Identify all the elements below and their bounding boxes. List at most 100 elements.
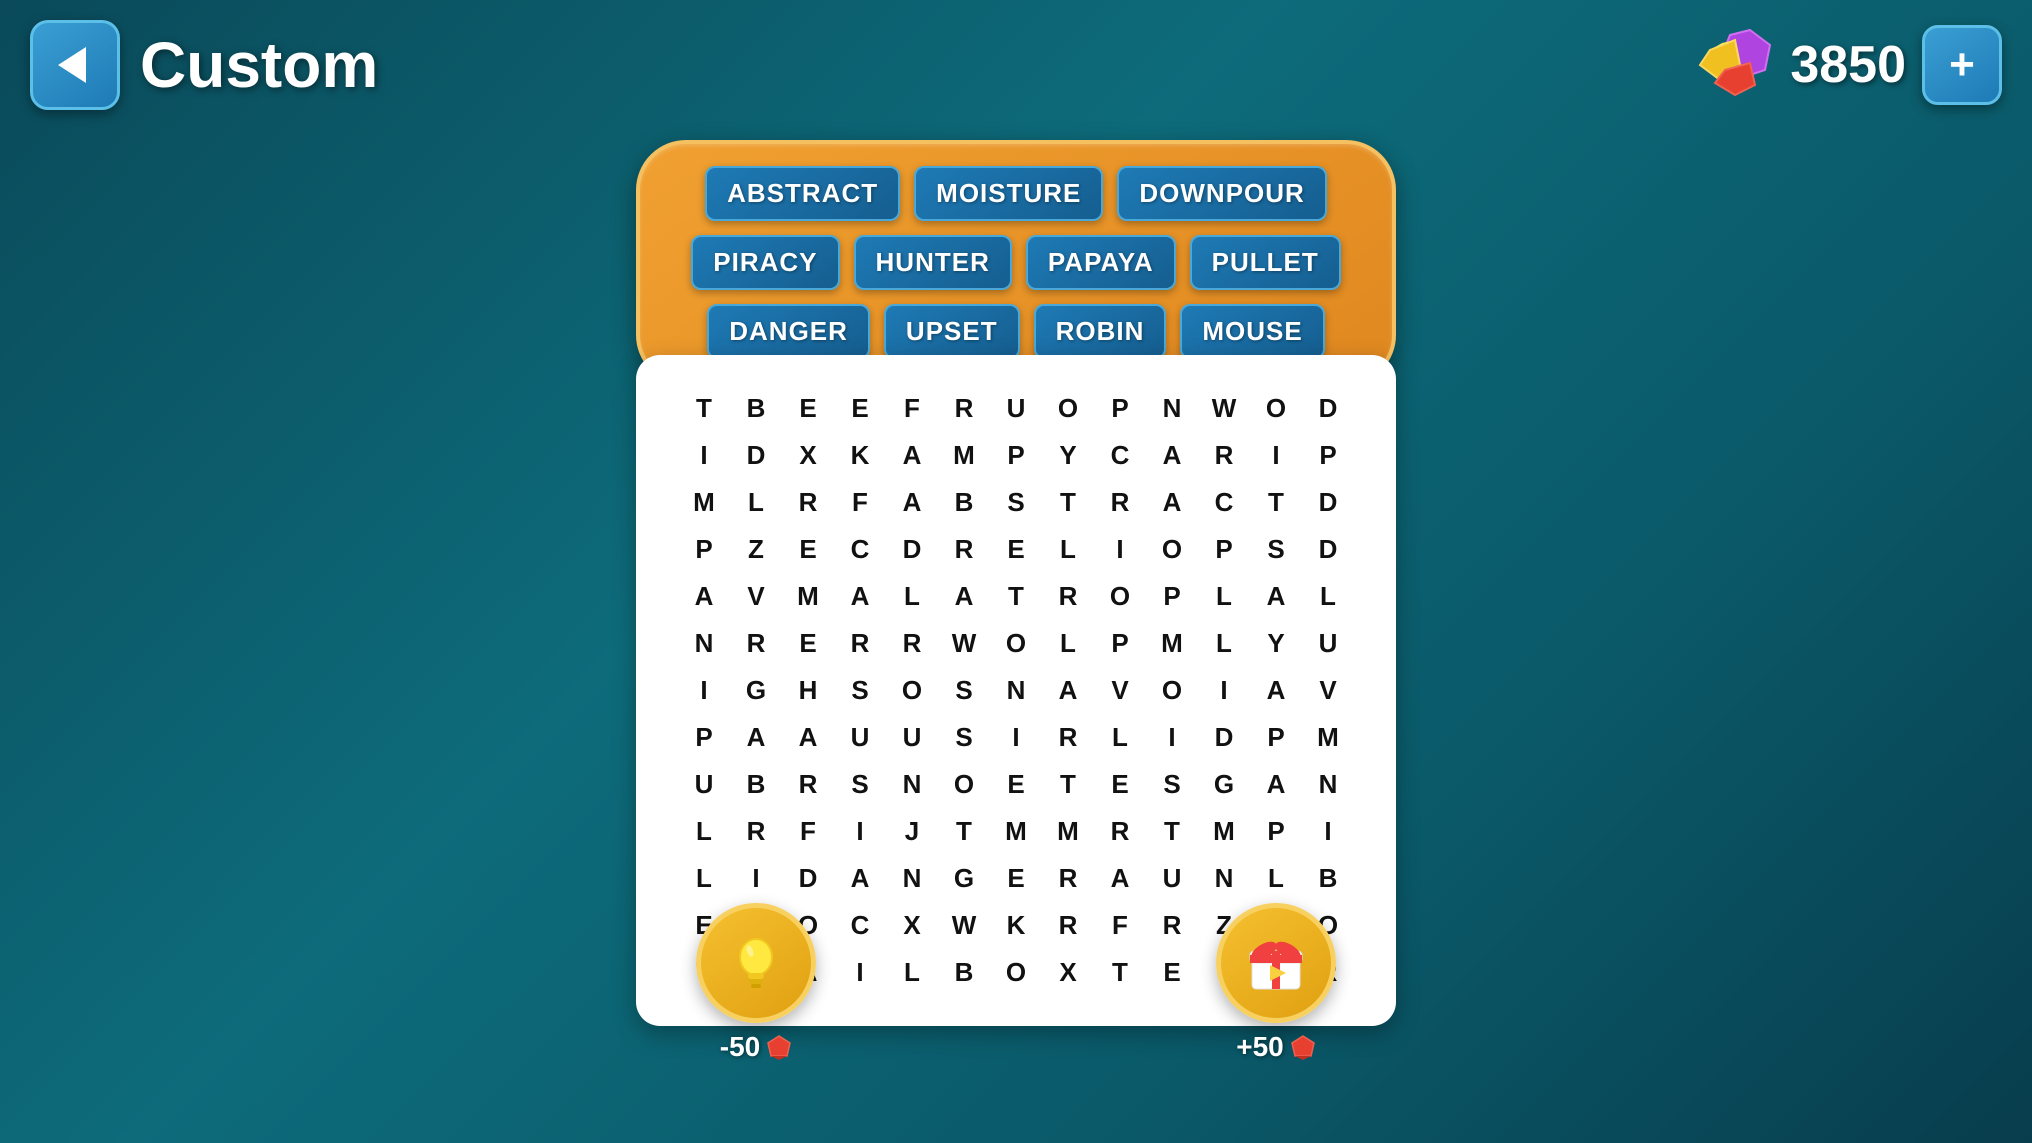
grid-cell-6-5[interactable]: S (938, 667, 990, 714)
grid-cell-7-0[interactable]: P (678, 714, 730, 761)
grid-cell-4-11[interactable]: A (1250, 573, 1302, 620)
grid-cell-9-7[interactable]: M (1042, 808, 1094, 855)
word-chip-robin[interactable]: ROBIN (1034, 304, 1167, 359)
hint-button[interactable]: -50 (696, 903, 816, 1063)
grid-cell-2-9[interactable]: A (1146, 479, 1198, 526)
reward-button[interactable]: +50 (1216, 903, 1336, 1063)
grid-cell-6-3[interactable]: S (834, 667, 886, 714)
grid-cell-9-11[interactable]: P (1250, 808, 1302, 855)
grid-cell-6-1[interactable]: G (730, 667, 782, 714)
grid-cell-7-9[interactable]: I (1146, 714, 1198, 761)
grid-cell-10-6[interactable]: E (990, 855, 1042, 902)
grid-cell-8-5[interactable]: O (938, 761, 990, 808)
grid-cell-10-7[interactable]: R (1042, 855, 1094, 902)
grid-cell-0-5[interactable]: R (938, 385, 990, 432)
grid-cell-9-6[interactable]: M (990, 808, 1042, 855)
grid-cell-9-5[interactable]: T (938, 808, 990, 855)
grid-cell-1-8[interactable]: C (1094, 432, 1146, 479)
grid-cell-6-9[interactable]: O (1146, 667, 1198, 714)
grid-cell-3-6[interactable]: E (990, 526, 1042, 573)
grid-cell-2-6[interactable]: S (990, 479, 1042, 526)
grid-cell-4-6[interactable]: T (990, 573, 1042, 620)
grid-cell-5-10[interactable]: L (1198, 620, 1250, 667)
grid-cell-8-11[interactable]: A (1250, 761, 1302, 808)
grid-cell-6-11[interactable]: A (1250, 667, 1302, 714)
grid-cell-1-2[interactable]: X (782, 432, 834, 479)
grid-cell-2-11[interactable]: T (1250, 479, 1302, 526)
grid-cell-3-3[interactable]: C (834, 526, 886, 573)
grid-cell-0-4[interactable]: F (886, 385, 938, 432)
grid-cell-3-11[interactable]: S (1250, 526, 1302, 573)
grid-cell-4-4[interactable]: L (886, 573, 938, 620)
grid-cell-6-12[interactable]: V (1302, 667, 1354, 714)
grid-cell-0-9[interactable]: N (1146, 385, 1198, 432)
grid-cell-8-1[interactable]: B (730, 761, 782, 808)
grid-cell-0-12[interactable]: D (1302, 385, 1354, 432)
grid-cell-4-3[interactable]: A (834, 573, 886, 620)
grid-cell-2-7[interactable]: T (1042, 479, 1094, 526)
grid-cell-5-6[interactable]: O (990, 620, 1042, 667)
grid-cell-2-8[interactable]: R (1094, 479, 1146, 526)
grid-cell-1-4[interactable]: A (886, 432, 938, 479)
grid-cell-5-4[interactable]: R (886, 620, 938, 667)
grid-cell-10-8[interactable]: A (1094, 855, 1146, 902)
grid-cell-6-7[interactable]: A (1042, 667, 1094, 714)
grid-cell-7-8[interactable]: L (1094, 714, 1146, 761)
grid-cell-1-12[interactable]: P (1302, 432, 1354, 479)
grid-cell-8-0[interactable]: U (678, 761, 730, 808)
grid-cell-6-2[interactable]: H (782, 667, 834, 714)
grid-cell-5-8[interactable]: P (1094, 620, 1146, 667)
word-chip-pullet[interactable]: PULLET (1190, 235, 1341, 290)
grid-cell-6-4[interactable]: O (886, 667, 938, 714)
grid-cell-8-2[interactable]: R (782, 761, 834, 808)
word-chip-piracy[interactable]: PIRACY (691, 235, 839, 290)
grid-cell-1-1[interactable]: D (730, 432, 782, 479)
grid-cell-3-9[interactable]: O (1146, 526, 1198, 573)
grid-cell-1-5[interactable]: M (938, 432, 990, 479)
grid-cell-2-4[interactable]: A (886, 479, 938, 526)
grid-cell-0-10[interactable]: W (1198, 385, 1250, 432)
grid-cell-2-0[interactable]: M (678, 479, 730, 526)
add-gems-button[interactable]: + (1922, 25, 2002, 105)
grid-cell-8-6[interactable]: E (990, 761, 1042, 808)
grid-cell-5-2[interactable]: E (782, 620, 834, 667)
grid-cell-10-0[interactable]: L (678, 855, 730, 902)
grid-cell-7-1[interactable]: A (730, 714, 782, 761)
grid-cell-1-0[interactable]: I (678, 432, 730, 479)
grid-cell-3-4[interactable]: D (886, 526, 938, 573)
word-chip-moisture[interactable]: MOISTURE (914, 166, 1103, 221)
grid-cell-10-11[interactable]: L (1250, 855, 1302, 902)
grid-cell-2-10[interactable]: C (1198, 479, 1250, 526)
grid-cell-0-1[interactable]: B (730, 385, 782, 432)
grid-cell-9-1[interactable]: R (730, 808, 782, 855)
grid-cell-1-7[interactable]: Y (1042, 432, 1094, 479)
grid-cell-3-12[interactable]: D (1302, 526, 1354, 573)
grid-cell-4-8[interactable]: O (1094, 573, 1146, 620)
grid-cell-3-1[interactable]: Z (730, 526, 782, 573)
grid-cell-1-6[interactable]: P (990, 432, 1042, 479)
grid-cell-9-2[interactable]: F (782, 808, 834, 855)
grid-cell-7-2[interactable]: A (782, 714, 834, 761)
grid-cell-2-12[interactable]: D (1302, 479, 1354, 526)
grid-cell-9-9[interactable]: T (1146, 808, 1198, 855)
grid-cell-9-0[interactable]: L (678, 808, 730, 855)
grid-cell-10-4[interactable]: N (886, 855, 938, 902)
grid-cell-5-0[interactable]: N (678, 620, 730, 667)
grid-cell-3-0[interactable]: P (678, 526, 730, 573)
grid-cell-0-2[interactable]: E (782, 385, 834, 432)
grid-cell-8-12[interactable]: N (1302, 761, 1354, 808)
grid-cell-5-9[interactable]: M (1146, 620, 1198, 667)
grid-cell-0-8[interactable]: P (1094, 385, 1146, 432)
grid-cell-8-7[interactable]: T (1042, 761, 1094, 808)
grid-cell-5-5[interactable]: W (938, 620, 990, 667)
grid-cell-6-10[interactable]: I (1198, 667, 1250, 714)
grid-cell-6-6[interactable]: N (990, 667, 1042, 714)
word-chip-abstract[interactable]: ABSTRACT (705, 166, 900, 221)
grid-cell-2-5[interactable]: B (938, 479, 990, 526)
grid-cell-2-2[interactable]: R (782, 479, 834, 526)
grid-cell-9-8[interactable]: R (1094, 808, 1146, 855)
back-button[interactable] (30, 20, 120, 110)
grid-cell-9-10[interactable]: M (1198, 808, 1250, 855)
grid-cell-7-10[interactable]: D (1198, 714, 1250, 761)
grid-cell-10-10[interactable]: N (1198, 855, 1250, 902)
